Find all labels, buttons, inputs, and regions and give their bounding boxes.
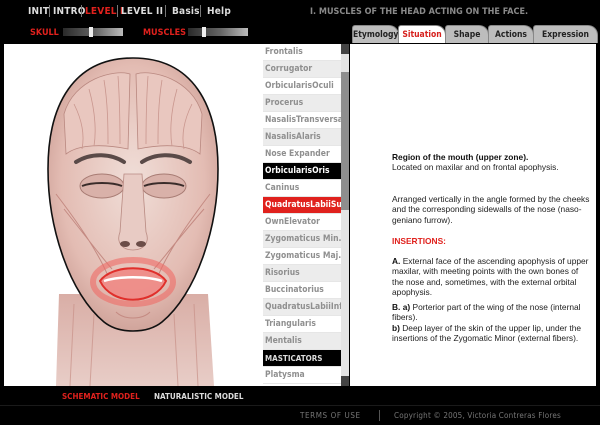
insertion-a-label: A. <box>392 256 401 266</box>
list-item[interactable]: Mentalis <box>263 333 341 350</box>
anatomy-image <box>4 44 263 386</box>
list-item[interactable]: Nose Expander <box>263 146 341 163</box>
nav-separator <box>81 5 82 17</box>
list-section-header[interactable]: MASTICATORS <box>263 350 341 367</box>
list-item[interactable]: Caninus <box>263 180 341 197</box>
muscle-list: Frontalis Corrugator OrbicularisOculi Pr… <box>263 44 341 386</box>
list-scrollbar[interactable] <box>341 44 349 386</box>
terms-of-use-link[interactable]: TERMS OF USE <box>300 411 361 420</box>
tab-expression[interactable]: Expression <box>533 25 598 43</box>
page-title: I. MUSCLES OF THE HEAD ACTING ON THE FAC… <box>310 7 529 17</box>
scroll-up-button[interactable] <box>341 44 349 54</box>
list-item[interactable]: NasalisAlaris <box>263 129 341 146</box>
footer-separator <box>379 410 380 421</box>
footer-divider <box>0 405 600 406</box>
face-muscle-illustration <box>47 57 219 386</box>
list-item[interactable]: OrbicularisOculi <box>263 78 341 95</box>
region-title: Region of the mouth (upper zone). <box>392 152 529 162</box>
list-item[interactable]: QuadratusLabiiInf. <box>263 299 341 316</box>
nav-init[interactable]: INIT <box>28 6 49 17</box>
nav-separator <box>49 5 50 17</box>
list-item[interactable]: Triangularis <box>263 316 341 333</box>
list-item[interactable]: Risorius <box>263 265 341 282</box>
nav-basis[interactable]: Basis <box>172 6 200 17</box>
scroll-down-button[interactable] <box>341 376 349 386</box>
list-item[interactable]: Frontalis <box>263 44 341 61</box>
list-item[interactable]: Zygomaticus Min. <box>263 231 341 248</box>
region-text: Located on maxilar and on frontal apophy… <box>392 162 559 173</box>
naturalistic-model-button[interactable]: NATURALISTIC MODEL <box>154 392 243 401</box>
region-description: Region of the mouth (upper zone). Locate… <box>392 152 592 173</box>
insertion-b: B. a) Porterior part of the wing of the … <box>392 302 592 344</box>
list-item[interactable]: Corrugator <box>263 61 341 78</box>
insertions-title: INSERTIONS: <box>392 236 592 246</box>
skull-label: SKULL <box>30 28 59 38</box>
list-item[interactable]: Zygomaticus Maj. <box>263 248 341 265</box>
schematic-model-button[interactable]: SCHEMATIC MODEL <box>62 392 140 401</box>
list-item[interactable]: Platysma <box>263 367 341 384</box>
scroll-thumb[interactable] <box>341 72 349 210</box>
nav-separator <box>117 5 118 17</box>
insertion-a-text: External face of the ascending apophysis… <box>392 256 589 298</box>
arrangement-text: Arranged vertically in the angle formed … <box>392 194 590 225</box>
list-item[interactable]: OwnElevator <box>263 214 341 231</box>
list-item[interactable]: Procerus <box>263 95 341 112</box>
slider-knob[interactable] <box>89 27 93 37</box>
insertion-b-text: Porterior part of the wing of the nose (… <box>392 302 581 323</box>
insertion-b2-text: Deep layer of the skin of the upper lip,… <box>392 322 582 344</box>
slider-knob[interactable] <box>202 27 206 37</box>
nav-level-2[interactable]: LEVEL II <box>121 6 163 17</box>
insertion-b2-label: b) <box>392 322 400 333</box>
info-panel: Region of the mouth (upper zone). Locate… <box>350 44 596 386</box>
list-item-selected[interactable]: OrbicularisOris <box>263 163 341 180</box>
tab-actions[interactable]: Actions <box>488 25 534 43</box>
insertions-heading: INSERTIONS: <box>392 236 446 246</box>
skull-opacity-slider[interactable] <box>63 27 123 37</box>
info-tabs: Etymology Situation Shape Actions Expres… <box>350 24 600 44</box>
nav-help[interactable]: Help <box>207 6 231 17</box>
tab-etymology[interactable]: Etymology <box>352 25 399 43</box>
nav-separator <box>165 5 166 17</box>
muscles-opacity-slider[interactable] <box>188 27 248 37</box>
list-item[interactable]: NasalisTransversa <box>263 112 341 129</box>
tab-situation[interactable]: Situation <box>398 25 446 43</box>
copyright-text: Copyright © 2005, Victoria Contreras Flo… <box>394 411 561 420</box>
list-item-highlighted[interactable]: QuadratusLabiiSup. <box>263 197 341 214</box>
top-navigation: INIT INTRO LEVEL I LEVEL II Basis Help I… <box>0 0 600 24</box>
insertion-a: A. External face of the ascending apophy… <box>392 256 592 298</box>
insertion-b-label: B. a) <box>392 302 411 312</box>
nav-separator <box>200 5 201 17</box>
muscles-label: MUSCLES <box>143 28 186 38</box>
tab-shape[interactable]: Shape <box>445 25 489 43</box>
list-item[interactable]: Buccinatorius <box>263 282 341 299</box>
